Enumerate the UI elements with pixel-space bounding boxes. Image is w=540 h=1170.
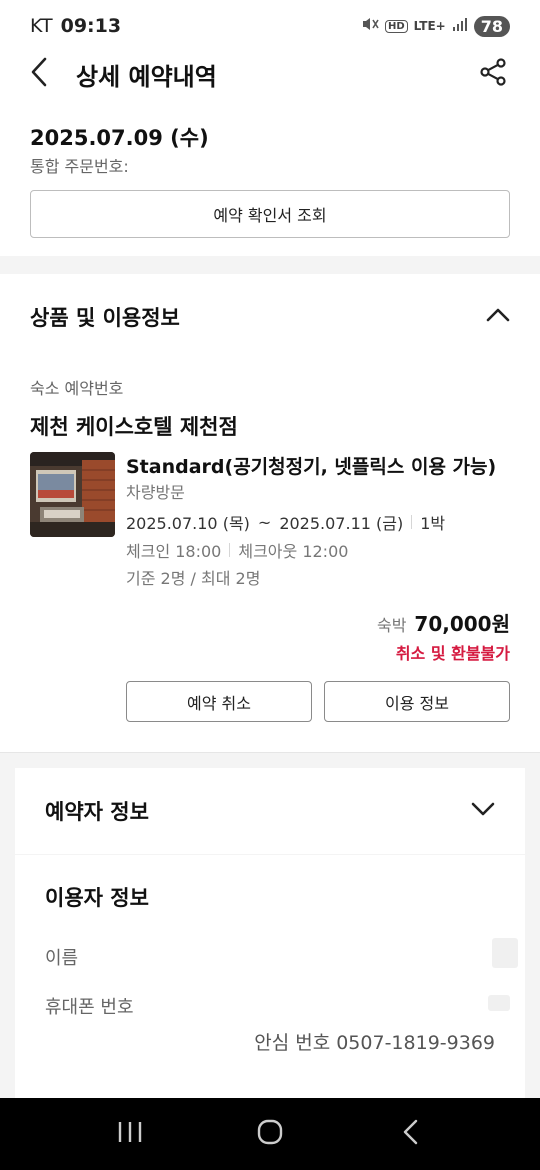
- check-out-date: 2025.07.11 (금): [279, 514, 404, 533]
- redacted-name: [492, 938, 518, 968]
- nights: 1박: [420, 514, 446, 533]
- chevron-left-icon: [30, 57, 48, 91]
- mute-icon: [361, 16, 379, 36]
- price-label: 숙박: [376, 616, 407, 635]
- chevron-down-icon: [471, 801, 495, 820]
- usage-info-button[interactable]: 이용 정보: [324, 681, 510, 722]
- system-nav-bar: [0, 1098, 540, 1170]
- stay-reservation-number-label: 숙소 예약번호: [30, 379, 124, 398]
- hd-icon: HD: [384, 19, 408, 33]
- chevron-up-icon: [486, 307, 510, 326]
- view-confirmation-button[interactable]: 예약 확인서 조회: [30, 190, 510, 238]
- check-times: 체크인 18:00 체크아웃 12:00: [126, 538, 348, 562]
- app-header: 상세 예약내역: [0, 52, 540, 96]
- product-section-toggle[interactable]: [480, 300, 516, 332]
- occupancy: 기준 2명 / 최대 2명: [126, 569, 261, 588]
- divider: [411, 515, 413, 529]
- battery-indicator: 78: [473, 15, 510, 37]
- price-row: 숙박 70,000원: [377, 608, 510, 637]
- room-thumbnail: [30, 452, 115, 537]
- order-date: 2025.07.09 (수): [30, 126, 209, 150]
- signal-icon: [452, 17, 468, 35]
- stay-dates: 2025.07.10 (목) ~ 2025.07.11 (금) 1박: [126, 510, 445, 534]
- status-bar: KT 09:13 HD LTE+ 78: [0, 0, 540, 52]
- back-arrow-icon: [401, 1119, 419, 1149]
- reserver-info-title: 예약자 정보: [45, 800, 149, 824]
- visit-type: 차량방문: [126, 483, 185, 502]
- recent-apps-icon: [117, 1120, 143, 1148]
- home-button[interactable]: [240, 1109, 300, 1159]
- system-back-button[interactable]: [380, 1109, 440, 1159]
- redacted-phone: [488, 995, 510, 1011]
- divider: [229, 543, 231, 557]
- name-label: 이름: [45, 948, 79, 969]
- back-button[interactable]: [30, 56, 62, 92]
- safe-number: 안심 번호 0507-1819-9369: [254, 1032, 495, 1054]
- product-section-title: 상품 및 이용정보: [30, 306, 180, 330]
- order-number-label: 통합 주문번호:: [30, 157, 129, 176]
- hotel-name: 제천 케이스호텔 제천점: [30, 415, 238, 439]
- share-icon: [478, 57, 508, 91]
- check-in-date: 2025.07.10 (목): [126, 514, 250, 533]
- network-label: LTE+: [413, 19, 446, 33]
- share-button[interactable]: [476, 57, 510, 91]
- price-value: 70,000원: [414, 612, 510, 636]
- room-name: Standard(공기청정기, 넷플릭스 이용 가능): [126, 456, 497, 478]
- user-info-title: 이용자 정보: [45, 886, 149, 910]
- check-in-time: 체크인 18:00: [126, 542, 222, 561]
- home-icon: [256, 1118, 284, 1150]
- clock: 09:13: [60, 15, 122, 37]
- section-divider: [0, 256, 540, 274]
- refund-policy-note: 취소 및 환불불가: [395, 644, 510, 663]
- recent-apps-button[interactable]: [100, 1109, 160, 1159]
- check-out-time: 체크아웃 12:00: [238, 542, 349, 561]
- page-title: 상세 예약내역: [76, 62, 217, 91]
- phone-label: 휴대폰 번호: [45, 997, 134, 1018]
- cancel-reservation-button[interactable]: 예약 취소: [126, 681, 312, 722]
- date-separator: ~: [257, 512, 272, 532]
- carrier-label: KT: [30, 15, 53, 37]
- reserver-info-toggle[interactable]: [465, 794, 501, 826]
